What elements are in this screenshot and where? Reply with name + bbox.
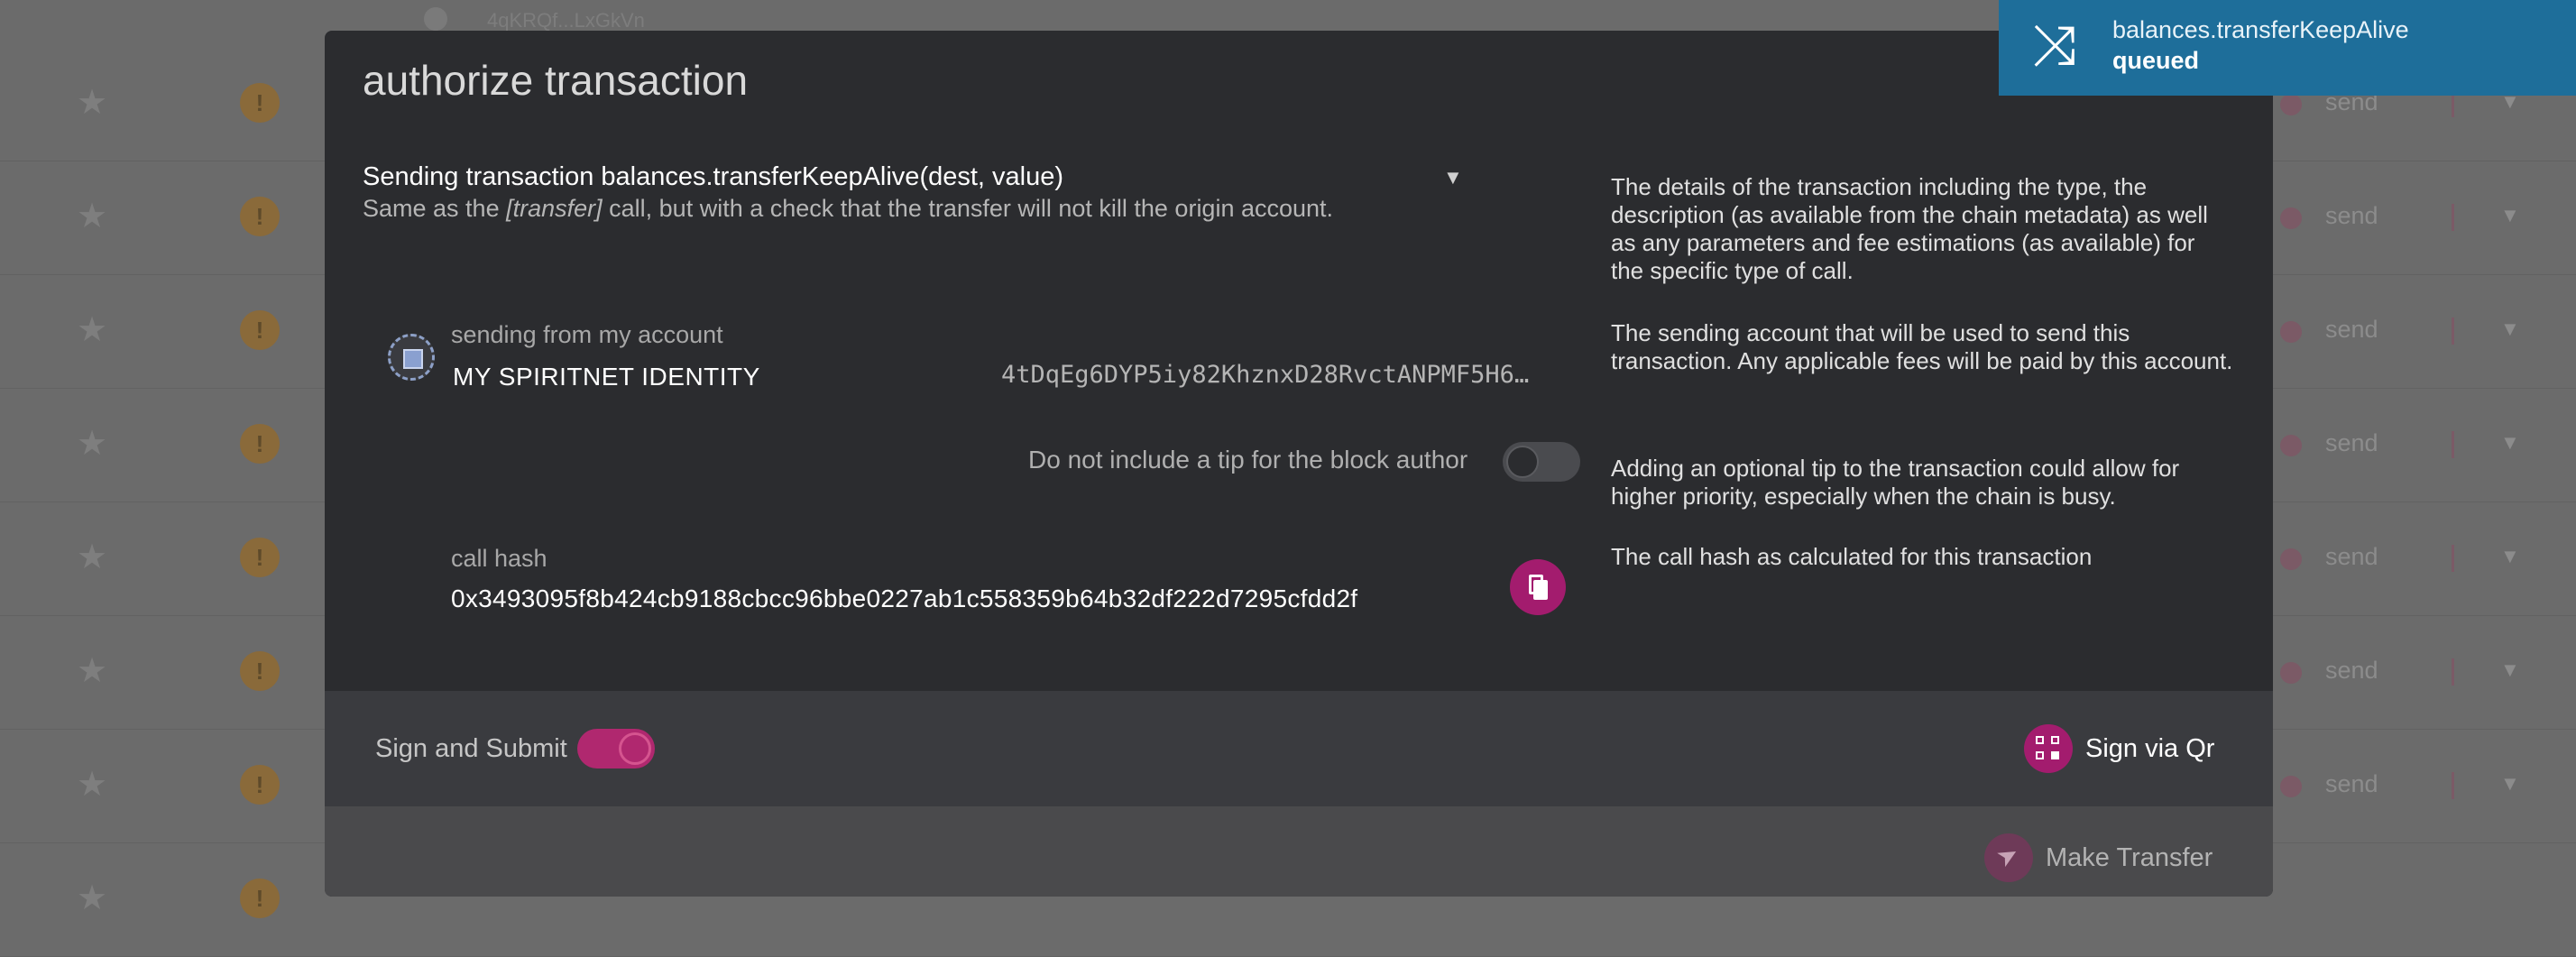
account-label: sending from my account [451, 321, 723, 348]
send-icon [2280, 435, 2302, 456]
authorize-transaction-modal: authorize transaction Sending transactio… [325, 31, 2273, 897]
tip-toggle[interactable] [1503, 442, 1580, 482]
star-icon[interactable]: ★ [74, 426, 110, 462]
warning-icon: ! [240, 651, 280, 691]
shuffle-icon: ⤨ [2032, 14, 2077, 77]
divider [2452, 772, 2454, 799]
call-hash-label: call hash [451, 545, 547, 572]
modal-title: authorize transaction [363, 57, 749, 104]
qr-code-icon [2024, 724, 2073, 773]
divider [2452, 545, 2454, 572]
transfer-footer: Make Transfer [325, 806, 2273, 897]
notification-title: balances.transferKeepAlive [2112, 16, 2409, 43]
send-button[interactable]: send [2325, 657, 2378, 685]
chevron-down-icon[interactable]: ▼ [2500, 772, 2520, 796]
star-icon[interactable]: ★ [74, 85, 110, 121]
send-button[interactable]: send [2325, 770, 2378, 798]
account-name: MY SPIRITNET IDENTITY [453, 363, 760, 391]
notification-status: queued [2112, 47, 2200, 74]
divider [2452, 431, 2454, 458]
description-suffix: call, but with a check that the transfer… [602, 195, 1334, 222]
sign-via-qr-button[interactable]: Sign via Qr [2024, 723, 2214, 774]
sign-and-submit-toggle[interactable] [577, 729, 655, 768]
divider [2452, 204, 2454, 231]
send-icon [2280, 548, 2302, 570]
star-icon[interactable]: ★ [74, 880, 110, 916]
notification-toast[interactable]: ⤨ balances.transferKeepAlive queued [1999, 0, 2576, 96]
divider [2452, 658, 2454, 686]
account-short-address: 4qKRQf...LxGkVn [487, 9, 645, 32]
send-icon [2280, 776, 2302, 797]
expand-chevron-icon[interactable]: ▼ [1443, 166, 1463, 189]
make-transfer-button[interactable]: Make Transfer [1984, 833, 2213, 882]
chevron-down-icon[interactable]: ▼ [2500, 317, 2520, 341]
paper-plane-icon [1984, 833, 2033, 882]
toggle-knob [619, 732, 651, 765]
sign-and-submit-label: Sign and Submit [375, 734, 567, 763]
warning-icon: ! [240, 424, 280, 464]
tip-help-text: Adding an optional tip to the transactio… [1611, 455, 2180, 510]
toggle-knob [1506, 446, 1539, 478]
transaction-title: Sending transaction balances.transferKee… [363, 162, 1064, 191]
account-help-text: The sending account that will be used to… [1611, 319, 2233, 374]
account-identicon-icon [388, 334, 435, 381]
transaction-help-text: The details of the transaction including… [1611, 173, 2208, 284]
transaction-description: Same as the [transfer] call, but with a … [363, 195, 1333, 223]
tip-toggle-label: Do not include a tip for the block autho… [1028, 446, 1468, 474]
warning-icon: ! [240, 83, 280, 123]
star-icon[interactable]: ★ [74, 312, 110, 348]
warning-icon: ! [240, 310, 280, 350]
call-hash-help-text: The call hash as calculated for this tra… [1611, 543, 2093, 570]
modal-footer: Sign and Submit Sign via Qr [325, 691, 2273, 806]
sign-via-qr-label: Sign via Qr [2085, 733, 2215, 763]
send-icon [2280, 207, 2302, 229]
call-hash-value: 0x3493095f8b424cb9188cbcc96bbe0227ab1c55… [451, 584, 1358, 612]
star-icon[interactable]: ★ [74, 653, 110, 689]
send-button[interactable]: send [2325, 429, 2378, 457]
chevron-down-icon[interactable]: ▼ [2500, 431, 2520, 455]
send-icon [2280, 94, 2302, 115]
account-address[interactable]: 4tDqEg6DYP5iy82KhznxD28RvctANPMF5H6ih… [1001, 361, 1542, 389]
chevron-down-icon[interactable]: ▼ [2500, 204, 2520, 227]
star-icon[interactable]: ★ [74, 198, 110, 235]
warning-icon: ! [240, 538, 280, 577]
send-icon [2280, 662, 2302, 684]
send-icon [2280, 321, 2302, 343]
send-button[interactable]: send [2325, 543, 2378, 571]
star-icon[interactable]: ★ [74, 539, 110, 575]
warning-icon: ! [240, 879, 280, 918]
warning-icon: ! [240, 765, 280, 805]
description-prefix: Same as the [363, 195, 507, 222]
star-icon[interactable]: ★ [74, 767, 110, 803]
description-emphasis: [transfer] [506, 195, 603, 222]
chevron-down-icon[interactable]: ▼ [2500, 658, 2520, 682]
avatar [424, 7, 447, 31]
copy-icon[interactable] [1510, 559, 1566, 615]
send-button[interactable]: send [2325, 202, 2378, 230]
divider [2452, 317, 2454, 345]
send-button[interactable]: send [2325, 316, 2378, 344]
chevron-down-icon[interactable]: ▼ [2500, 545, 2520, 568]
warning-icon: ! [240, 197, 280, 236]
make-transfer-label: Make Transfer [2046, 842, 2213, 872]
